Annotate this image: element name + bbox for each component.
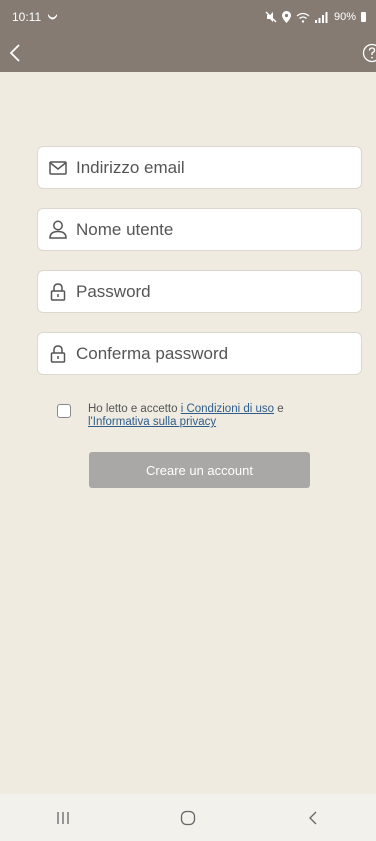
terms-text: Ho letto e accetto i Condizioni di uso e… <box>88 403 347 429</box>
help-circle-icon <box>362 43 376 63</box>
wifi-icon <box>296 12 310 23</box>
terms-prefix: Ho letto e accetto <box>88 403 181 415</box>
lock-icon <box>48 282 68 302</box>
location-icon <box>281 11 291 23</box>
home-icon <box>180 810 196 825</box>
username-field-container[interactable] <box>37 208 362 251</box>
password-field-container[interactable] <box>37 270 362 313</box>
back-button[interactable] <box>8 43 22 63</box>
mute-icon <box>265 11 277 23</box>
recent-apps-button[interactable] <box>33 798 93 838</box>
user-icon <box>48 220 68 240</box>
back-icon <box>309 811 317 824</box>
recent-apps-icon <box>57 811 69 824</box>
confirm-password-input[interactable] <box>76 343 361 364</box>
create-account-label: Creare un account <box>146 462 253 478</box>
signup-form <box>37 146 362 394</box>
home-button[interactable] <box>158 798 218 838</box>
status-icons: 90% <box>265 11 366 23</box>
mail-icon <box>48 158 68 178</box>
system-nav-bar <box>0 794 376 841</box>
email-field-container[interactable] <box>37 146 362 189</box>
email-input[interactable] <box>76 157 361 178</box>
create-account-button[interactable]: Creare un account <box>89 452 310 488</box>
privacy-link[interactable]: l'Informativa sulla privacy <box>88 416 216 428</box>
status-bar: 10:11 90% <box>0 0 376 34</box>
username-input[interactable] <box>76 219 361 240</box>
battery-icon <box>361 12 366 22</box>
conditions-link[interactable]: i Condizioni di uso <box>181 403 274 415</box>
password-input[interactable] <box>76 281 361 302</box>
help-button[interactable] <box>362 43 376 63</box>
confirm-password-field-container[interactable] <box>37 332 362 375</box>
app-bar <box>0 34 376 72</box>
notification-icon <box>48 14 58 20</box>
status-time: 10:11 <box>12 10 42 24</box>
status-left: 10:11 <box>12 10 58 24</box>
lock-icon <box>48 344 68 364</box>
terms-checkbox[interactable] <box>57 404 71 418</box>
chevron-left-icon <box>9 44 20 62</box>
terms-joiner: e <box>274 403 284 415</box>
battery-percentage: 90% <box>333 11 356 23</box>
terms-row: Ho letto e accetto i Condizioni di uso e… <box>57 403 347 429</box>
signal-icon <box>314 11 328 23</box>
system-back-button[interactable] <box>283 798 343 838</box>
